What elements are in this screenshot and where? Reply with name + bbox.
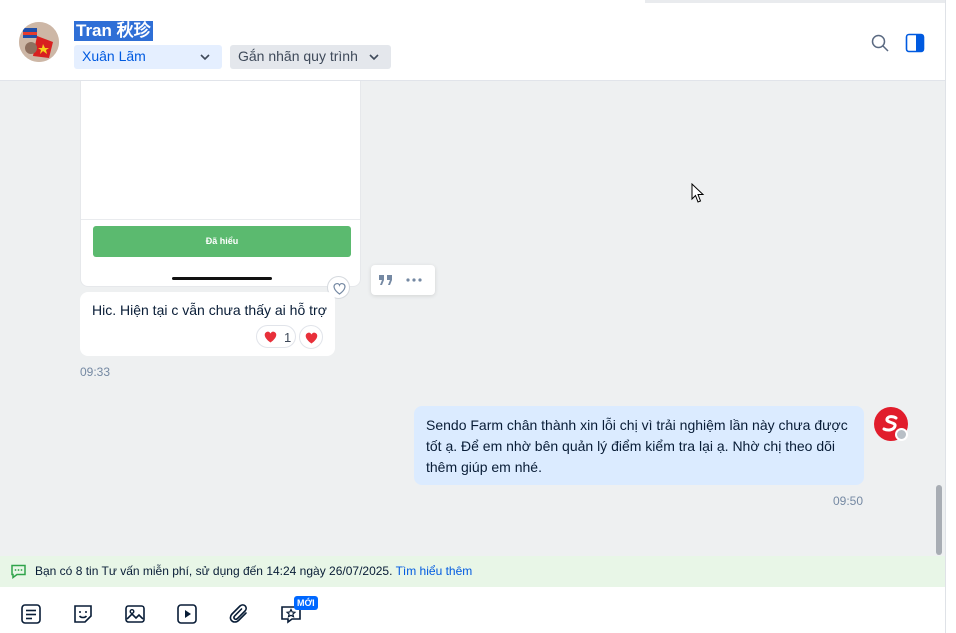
home-indicator — [172, 277, 272, 280]
mouse-cursor-icon — [691, 183, 705, 203]
search-icon[interactable] — [870, 33, 890, 53]
outgoing-message[interactable]: Sendo Farm chân thành xin lỗi chị vì trả… — [414, 406, 864, 485]
notice-text: Bạn có 8 tin Tư vấn miễn phí, sử dụng đế… — [35, 564, 472, 578]
message-time: 09:50 — [833, 494, 864, 508]
chevron-down-icon — [369, 54, 379, 61]
incoming-message[interactable]: Hic. Hiện tại c vẫn chưa thấy ai hỗ trợ — [80, 292, 335, 356]
composer-toolbar — [0, 587, 945, 633]
heart-icon — [264, 331, 277, 343]
reaction-count: 1 — [284, 330, 292, 345]
window-edge — [645, 0, 946, 3]
window-edge-right — [945, 0, 956, 633]
message-action-bar — [371, 265, 435, 295]
message-text: Hic. Hiện tại c vẫn chưa thấy ai hỗ trợ — [92, 302, 327, 318]
heart-icon — [305, 332, 318, 344]
chevron-down-icon — [200, 54, 210, 61]
toggle-panel-icon[interactable] — [905, 33, 925, 53]
contact-avatar[interactable] — [19, 22, 59, 62]
message-time: 09:33 — [80, 365, 111, 379]
free-consult-notice: Bạn có 8 tin Tư vấn miễn phí, sử dụng đế… — [0, 556, 945, 587]
sticker-icon[interactable] — [71, 602, 95, 626]
chat-bubble-icon — [11, 564, 26, 579]
learn-more-link[interactable]: Tìm hiểu thêm — [396, 564, 473, 578]
quote-reply-icon[interactable] — [377, 271, 395, 289]
image-message[interactable]: Đã hiểu — [80, 81, 361, 287]
contact-name: Tran 秋珍 — [74, 21, 153, 41]
attachment-icon[interactable] — [227, 602, 251, 626]
new-feature-badge: MỚI — [294, 596, 318, 610]
tag-dropdown-label: Gắn nhãn quy trình — [238, 48, 358, 64]
assignee-dropdown-label: Xuân Lãm — [82, 48, 146, 64]
sender-status-badge — [895, 428, 908, 441]
chat-header: Tran 秋珍 Xuân Lãm Gắn nhãn quy trình — [0, 0, 946, 81]
divider — [81, 219, 360, 220]
notice-message: Bạn có 8 tin Tư vấn miễn phí, sử dụng đế… — [35, 564, 393, 578]
more-options-icon[interactable] — [405, 271, 423, 289]
heart-reaction-button[interactable] — [299, 325, 323, 349]
image-confirm-button: Đã hiểu — [93, 226, 351, 257]
assignee-dropdown[interactable]: Xuân Lãm — [74, 45, 222, 69]
message-text: Sendo Farm chân thành xin lỗi chị vì trả… — [426, 417, 848, 475]
video-icon[interactable] — [175, 602, 199, 626]
tag-dropdown[interactable]: Gắn nhãn quy trình — [230, 45, 391, 69]
reaction-summary[interactable]: 1 — [256, 325, 296, 348]
message-template-icon[interactable] — [19, 602, 43, 626]
scrollbar-thumb[interactable] — [936, 485, 942, 555]
image-icon[interactable] — [123, 602, 147, 626]
